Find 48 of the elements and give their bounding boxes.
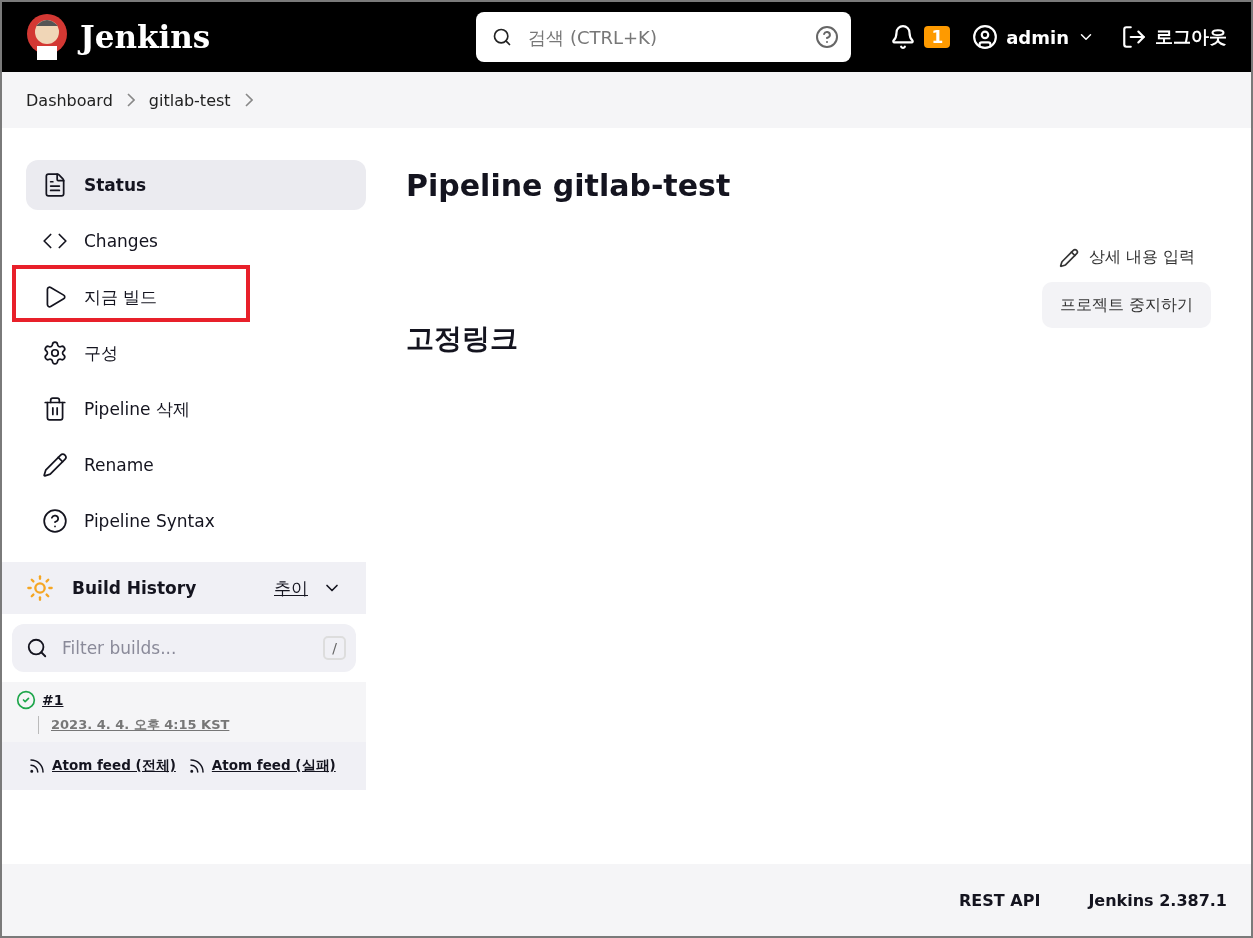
sidebar-item[interactable]: Status [26, 160, 366, 210]
breadcrumb-link[interactable]: gitlab-test [148, 90, 231, 110]
page-title: Pipeline gitlab-test [406, 168, 732, 203]
atom-feed-link[interactable]: Atom feed (전체) [52, 757, 176, 775]
search-bar[interactable]: 검색 (CTRL+K) [476, 12, 852, 62]
shortcut-key: / [323, 636, 346, 660]
disable-project-button[interactable]: 프로젝트 중지하기 [1041, 282, 1211, 328]
footer-link[interactable]: REST API [959, 890, 1041, 910]
logout-icon [1121, 24, 1147, 50]
pencil-icon [42, 452, 68, 478]
document-icon [42, 172, 68, 198]
pencil-icon [1058, 247, 1079, 268]
filter-bar[interactable]: Filter builds... / [12, 624, 356, 672]
logout-button[interactable]: 로그아웃 [1121, 24, 1227, 50]
search-icon [26, 637, 48, 659]
footer-link[interactable]: Jenkins 2.387.1 [1088, 890, 1227, 910]
build-history-title: Build History [72, 578, 198, 598]
atom-feed-link[interactable]: Atom feed (실패) [211, 757, 336, 775]
jenkins-logo-icon [26, 12, 68, 62]
notifications-button[interactable] [890, 24, 917, 50]
trash-icon [42, 396, 68, 422]
build-number-link[interactable]: #1 [42, 692, 64, 708]
settings-icon [42, 340, 68, 366]
chevron-right-icon [126, 93, 135, 107]
user-menu[interactable]: admin [972, 24, 1095, 50]
build-date-link[interactable]: 2023. 4. 4. 오후 4:15 KST [38, 716, 230, 734]
notification-count: 1 [924, 26, 951, 48]
rss-icon [28, 757, 46, 775]
help-icon [42, 508, 68, 534]
help-icon[interactable] [815, 25, 840, 49]
sidebar-item[interactable]: 구성 [26, 328, 366, 378]
sun-icon [26, 574, 54, 602]
sidebar-item[interactable]: Pipeline 삭제 [26, 384, 366, 434]
sidebar-item[interactable]: 지금 빌드 [26, 272, 366, 322]
success-icon [16, 690, 36, 710]
rss-icon [187, 757, 206, 775]
section-title: 고정링크 [406, 321, 519, 357]
bell-icon [890, 24, 917, 50]
sidebar-item[interactable]: Changes [26, 216, 366, 266]
breadcrumb-link[interactable]: Dashboard [26, 90, 113, 110]
edit-description-link[interactable]: 상세 내용 입력 [1058, 247, 1195, 268]
sidebar-item[interactable]: Pipeline Syntax [26, 496, 366, 546]
chevron-right-icon [244, 93, 253, 107]
sidebar-item[interactable]: Rename [26, 440, 366, 490]
search-icon [492, 27, 513, 47]
user-icon [972, 24, 999, 50]
filter-builds-field[interactable]: Filter builds... [60, 637, 312, 659]
trend-link[interactable]: 추이 [274, 576, 342, 600]
